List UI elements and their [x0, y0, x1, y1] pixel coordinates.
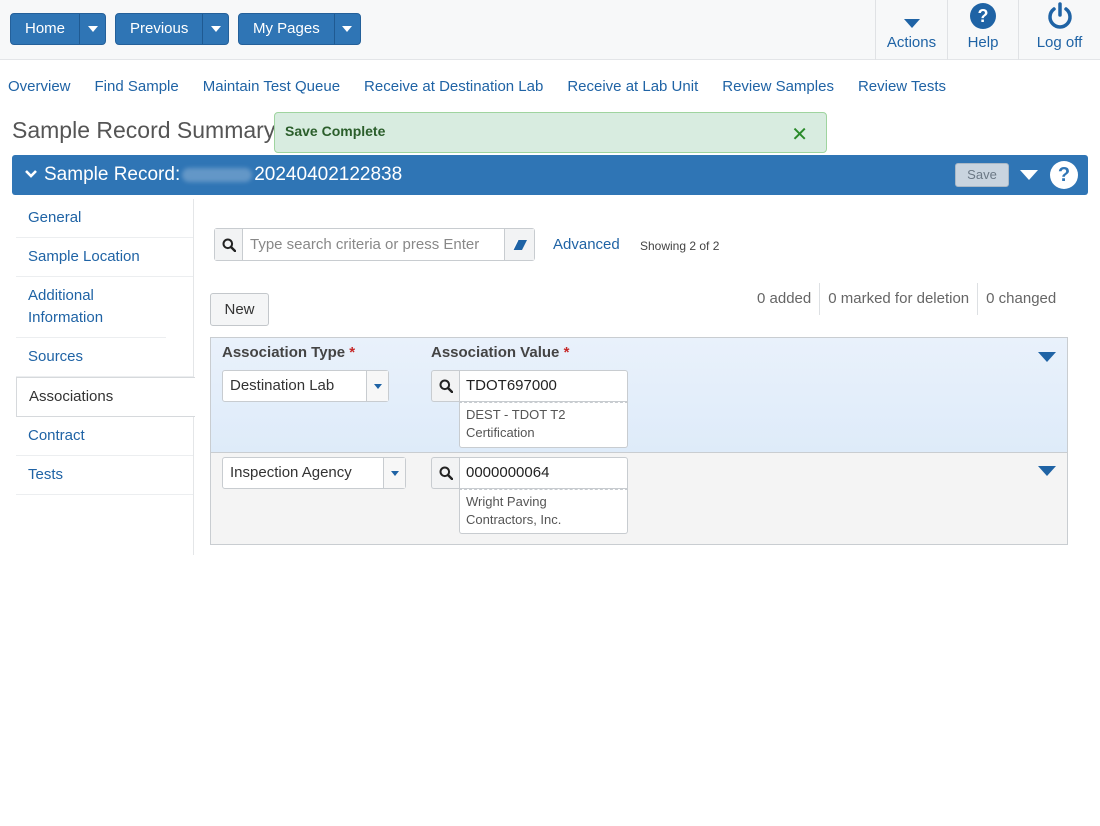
association-value-description: Wright Paving Contractors, Inc. — [459, 489, 628, 534]
marked-for-deletion-count: 0 marked for deletion — [819, 283, 977, 315]
nav-find-sample[interactable]: Find Sample — [95, 78, 179, 95]
nav-maintain-test-queue[interactable]: Maintain Test Queue — [203, 78, 340, 95]
association-type-value[interactable]: Inspection Agency — [223, 458, 383, 488]
my-pages-button[interactable]: My Pages — [238, 13, 361, 45]
side-navigation: General Sample Location Additional Infor… — [16, 199, 195, 555]
sidenav-contract[interactable]: Contract — [16, 417, 193, 456]
association-value-header: Association Value * — [431, 344, 569, 361]
search-icon[interactable] — [215, 229, 243, 260]
home-button[interactable]: Home — [10, 13, 107, 45]
association-value-lookup[interactable]: 0000000064 — [431, 457, 628, 489]
top-bar: Home Previous My Pages Actions ? Help Lo… — [0, 0, 1100, 60]
association-value-header-label: Association Value — [431, 344, 560, 361]
search-box — [214, 228, 535, 261]
association-value-input[interactable]: TDOT697000 — [459, 370, 628, 402]
save-button[interactable]: Save — [955, 163, 1009, 187]
association-type-select[interactable]: Destination Lab — [222, 370, 389, 402]
table-row[interactable]: Inspection Agency 0000000064 Wright Pavi… — [211, 453, 1067, 544]
association-value-input[interactable]: 0000000064 — [459, 457, 628, 489]
previous-button-label[interactable]: Previous — [116, 14, 202, 44]
required-marker: * — [563, 344, 570, 361]
page-title: Sample Record Summary — [12, 117, 276, 143]
dropdown-toggle[interactable] — [383, 458, 405, 488]
caret-down-icon — [210, 26, 221, 32]
previous-button[interactable]: Previous — [115, 13, 230, 45]
close-icon[interactable]: ✕ — [791, 122, 808, 147]
nav-overview[interactable]: Overview — [8, 78, 71, 95]
association-value-description: DEST - TDOT T2 Certification — [459, 402, 628, 448]
actions-menu[interactable]: Actions — [875, 0, 947, 60]
caret-down-icon — [390, 470, 399, 476]
nav-receive-at-destination-lab[interactable]: Receive at Destination Lab — [364, 78, 543, 95]
previous-dropdown-toggle[interactable] — [202, 14, 228, 44]
caret-down-icon[interactable] — [1020, 170, 1038, 180]
help-label[interactable]: Help — [968, 34, 999, 51]
help-icon[interactable]: ? — [1050, 161, 1078, 189]
caret-down-icon[interactable] — [1038, 466, 1056, 476]
sidenav-tests[interactable]: Tests — [16, 456, 193, 495]
log-off-label[interactable]: Log off — [1037, 34, 1083, 51]
associations-grid: Association Type * Association Value * D… — [210, 337, 1068, 545]
sidenav-additional-information[interactable]: Additional Information — [16, 277, 166, 338]
actions-label[interactable]: Actions — [887, 34, 936, 51]
new-button[interactable]: New — [210, 293, 269, 326]
dropdown-toggle[interactable] — [366, 371, 388, 401]
association-type-header-label: Association Type — [222, 344, 346, 361]
table-row[interactable]: Association Type * Association Value * D… — [211, 338, 1067, 453]
record-title: Sample Record: 20240402122838 — [44, 164, 402, 186]
caret-down-icon — [87, 26, 98, 32]
advanced-search-link[interactable]: Advanced — [553, 236, 620, 253]
caret-down-icon — [342, 26, 353, 32]
my-pages-button-label[interactable]: My Pages — [239, 14, 334, 44]
record-label: Sample Record: — [44, 164, 181, 185]
power-icon — [1046, 0, 1074, 30]
search-input[interactable] — [243, 229, 504, 260]
nav-review-tests[interactable]: Review Tests — [858, 78, 946, 95]
caret-down-icon[interactable] — [1038, 352, 1056, 362]
association-value-lookup[interactable]: TDOT697000 — [431, 370, 628, 402]
nav-review-samples[interactable]: Review Samples — [722, 78, 834, 95]
caret-down-icon — [903, 0, 921, 30]
save-complete-toast: Save Complete ✕ — [274, 112, 827, 153]
my-pages-dropdown-toggle[interactable] — [333, 14, 360, 44]
sub-navigation: Overview Find Sample Maintain Test Queue… — [8, 78, 970, 95]
sample-record-header: Sample Record: 20240402122838 Save ? — [12, 155, 1088, 195]
redacted-text — [182, 167, 253, 182]
sidenav-associations[interactable]: Associations — [16, 377, 195, 417]
added-count: 0 added — [757, 290, 812, 307]
association-type-value[interactable]: Destination Lab — [223, 371, 366, 401]
home-dropdown-toggle[interactable] — [79, 14, 105, 44]
showing-count: Showing 2 of 2 — [640, 239, 720, 253]
search-icon[interactable] — [431, 370, 459, 402]
sidenav-sample-location[interactable]: Sample Location — [16, 238, 193, 277]
record-number: 20240402122838 — [254, 164, 403, 185]
sidenav-sources[interactable]: Sources — [16, 338, 193, 377]
change-stats: 0 added 0 marked for deletion 0 changed — [749, 283, 1064, 315]
home-button-label[interactable]: Home — [11, 14, 79, 44]
question-circle-icon: ? — [969, 0, 997, 30]
nav-receive-at-lab-unit[interactable]: Receive at Lab Unit — [567, 78, 698, 95]
chevron-down-icon[interactable] — [24, 167, 38, 183]
association-type-select[interactable]: Inspection Agency — [222, 457, 406, 489]
log-off-button[interactable]: Log off — [1018, 0, 1100, 60]
association-type-header: Association Type * — [222, 344, 355, 361]
caret-down-icon — [373, 383, 382, 389]
required-marker: * — [349, 344, 356, 361]
sidenav-general[interactable]: General — [16, 199, 193, 238]
toast-message: Save Complete — [285, 123, 386, 139]
changed-count: 0 changed — [977, 283, 1064, 315]
search-icon[interactable] — [431, 457, 459, 489]
svg-text:?: ? — [978, 6, 989, 26]
help-menu[interactable]: ? Help — [947, 0, 1018, 60]
eraser-icon[interactable] — [504, 229, 534, 260]
